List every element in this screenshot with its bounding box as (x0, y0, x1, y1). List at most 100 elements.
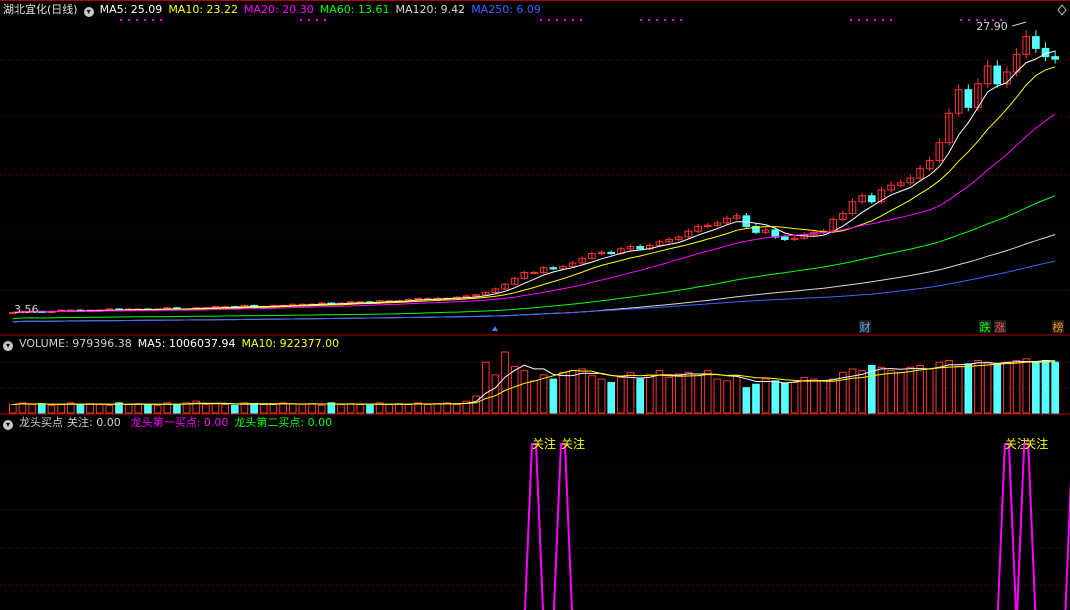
chevron-down-icon[interactable]: ▾ (3, 420, 13, 430)
volume-bar (645, 374, 654, 414)
event-dot (858, 19, 860, 21)
event-dot (664, 19, 666, 21)
volume-bar (95, 404, 104, 414)
marker-1: 跌 (980, 320, 991, 334)
ma5-label: MA5: 25.09 (99, 3, 163, 16)
ma10-label: MA10: 23.22 (168, 3, 239, 16)
volume-bar (288, 403, 297, 414)
event-dot (136, 19, 138, 21)
volume-ma5-line (12, 360, 1056, 405)
event-dot (556, 19, 558, 21)
volume-bar (86, 403, 94, 414)
event-dot (672, 19, 674, 21)
event-dot (992, 19, 994, 21)
ma20-label: MA20: 20.30 (244, 3, 314, 16)
volume-bar (617, 376, 625, 414)
event-dot (984, 19, 986, 21)
volume-bar (790, 382, 799, 414)
volume-bar (559, 371, 567, 414)
volume-bar (153, 404, 162, 414)
stock-chart: 27.903.56财跌涨榜关注关注关注关注关注 (0, 0, 1070, 610)
volume-bar (366, 404, 374, 414)
volume-bar (317, 404, 326, 414)
volume-bar (723, 380, 731, 414)
event-dot (656, 19, 658, 21)
ma120-label: MA120: 9.42 (395, 3, 466, 16)
event-dot (324, 19, 326, 21)
volume-bar (47, 404, 56, 414)
volume-bar (28, 404, 36, 414)
volume-bar (742, 387, 751, 414)
event-dot (890, 19, 892, 21)
volume-bar (1041, 359, 1050, 414)
event-dot (564, 19, 566, 21)
volume-bar (279, 402, 287, 414)
candle-body (549, 267, 558, 270)
event-dot (968, 19, 970, 21)
volume-bar (761, 378, 770, 414)
volume-bar (626, 371, 635, 414)
guanzhu-label: 关注: 0.00 (67, 416, 121, 429)
volume-ma5-label: MA5: 1006037.94 (137, 337, 236, 350)
ma60-line (12, 195, 1056, 319)
ma10-line (12, 66, 1056, 313)
ma250-line (12, 260, 1056, 323)
volume-bar (568, 370, 577, 414)
volume-bar (800, 376, 809, 414)
marker-0: 财 (860, 320, 871, 334)
volume-bar (896, 371, 905, 414)
volume-bar (674, 373, 683, 414)
marker-2: 涨 (995, 321, 1006, 334)
volume-legend: ▾ VOLUME: 979396.38 MA5: 1006037.94 MA10: 9… (0, 336, 345, 352)
volume-bar (1022, 358, 1031, 414)
stock-title: 湖北宜化(日线) (3, 3, 78, 16)
buy2-label: 龙头第二买点: 0.00 (234, 416, 333, 429)
buy1-label: 龙头第一买点: 0.00 (130, 416, 229, 429)
event-dot (316, 19, 318, 21)
event-dot (976, 19, 978, 21)
volume-bar (404, 404, 413, 414)
volume-bar (346, 403, 355, 414)
diamond-icon (1057, 4, 1067, 16)
event-dot (850, 19, 852, 21)
volume-bar (424, 404, 432, 414)
volume-bar (230, 404, 239, 414)
volume-bar (501, 351, 509, 414)
volume-bar (356, 404, 365, 414)
event-dot (680, 19, 682, 21)
volume-bar (578, 368, 587, 414)
volume-bar (76, 404, 85, 414)
volume-bar (752, 383, 760, 414)
chevron-down-icon[interactable]: ▾ (83, 7, 94, 17)
volume-bar (105, 404, 114, 414)
volume-bar (211, 403, 220, 414)
volume-bar (954, 365, 963, 414)
volume-bar (452, 404, 461, 414)
volume-bar (655, 370, 664, 414)
volume-bar (395, 403, 403, 414)
ma60-label: MA60: 13.61 (319, 3, 390, 16)
chevron-down-icon[interactable]: ▾ (3, 341, 13, 351)
volume-bar (57, 404, 65, 414)
event-dot (874, 19, 876, 21)
volume-bar (607, 382, 616, 414)
volume-bar (269, 404, 278, 414)
candle-body (993, 65, 1002, 85)
volume-bar (974, 359, 982, 414)
volume-bar (221, 404, 229, 414)
event-dot (144, 19, 146, 21)
candle-body (781, 236, 789, 240)
volume-bar (134, 403, 143, 414)
volume-bar (520, 370, 529, 414)
event-dot (580, 19, 582, 21)
candle-body (1051, 56, 1060, 60)
volume-bar (173, 404, 181, 414)
volume-bar (935, 361, 944, 414)
volume-title: VOLUME: 979396.38 (19, 337, 132, 350)
volume-bar (124, 404, 133, 414)
event-dot (640, 19, 642, 21)
signal-label: 关注 (561, 436, 585, 451)
volume-bar (819, 380, 828, 414)
event-dot (308, 19, 310, 21)
volume-bar (887, 370, 895, 414)
